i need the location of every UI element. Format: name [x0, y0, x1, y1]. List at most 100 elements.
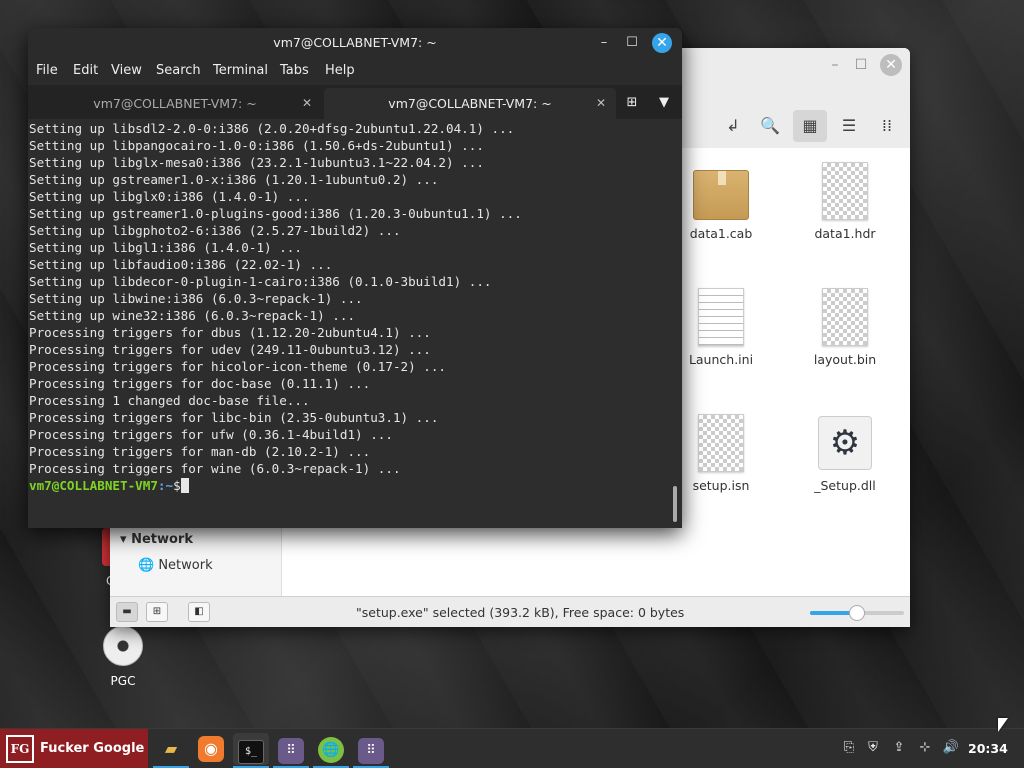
tab-2[interactable]: vm7@COLLABNET-VM7: ~ ✕ — [324, 88, 616, 119]
network-icon[interactable]: ⊹ — [916, 739, 934, 757]
globe-icon: 🌐 — [318, 737, 344, 763]
sidebar-section-network[interactable]: ▾ Network — [120, 532, 193, 547]
menu-help[interactable]: Help — [325, 63, 355, 78]
file-item[interactable]: setup.isn — [666, 414, 776, 493]
terminal-line: Setting up libwine:i386 (6.0.3~repack-1)… — [29, 291, 363, 306]
desktop-icon-pgc[interactable]: PGC — [78, 626, 168, 688]
terminal-line: Setting up libfaudio0:i386 (22.02-1) ... — [29, 257, 333, 272]
list-icon: ☰ — [841, 116, 857, 135]
icon-view-button[interactable]: ▦ — [793, 110, 827, 142]
close-button[interactable]: ✕ — [880, 54, 902, 76]
places-toggle-button[interactable]: ▬ — [116, 602, 138, 622]
compact-view-button[interactable]: ⁞⁞ — [870, 110, 904, 142]
terminal-line: Processing triggers for udev (249.11-0ub… — [29, 342, 431, 357]
generic-file-icon — [822, 162, 868, 220]
sidebar-icon: ◧ — [194, 606, 204, 617]
sidebar-item-network[interactable]: 🌐 Network — [138, 558, 213, 573]
terminal-line: Processing triggers for ufw (0.36.1-4bui… — [29, 427, 393, 442]
tab-bar: vm7@COLLABNET-VM7: ~ ✕ vm7@COLLABNET-VM7… — [28, 85, 682, 119]
close-tab-icon[interactable]: ✕ — [596, 88, 606, 119]
arrow-return-icon: ↲ — [726, 116, 740, 135]
sidebar-toggle-button[interactable]: ◧ — [188, 602, 210, 622]
folder-icon: ▰ — [164, 739, 178, 758]
file-item[interactable]: layout.bin — [790, 288, 900, 367]
menu-terminal[interactable]: Terminal — [213, 63, 268, 78]
file-name: data1.cab — [689, 226, 753, 241]
file-name: layout.bin — [813, 352, 877, 367]
terminal-line: Setting up libgphoto2-6:i386 (2.5.27-1bu… — [29, 223, 401, 238]
terminal-line: Processing triggers for dbus (1.12.20-2u… — [29, 325, 431, 340]
file-item[interactable]: data1.hdr — [790, 162, 900, 241]
menu-file[interactable]: File — [36, 63, 58, 78]
file-item[interactable]: Launch.ini — [666, 288, 776, 367]
taskbar-app-firefox[interactable]: ◉ — [193, 733, 229, 765]
globe-icon: 🌐 — [138, 558, 155, 573]
file-name: data1.hdr — [814, 226, 876, 241]
close-tab-icon[interactable]: ✕ — [302, 88, 312, 119]
tree-toggle-button[interactable]: ⊞ — [146, 602, 168, 622]
taskbar: FG Fucker Google ▰ ◉ $_ ⠿ 🌐 ⠿ ⎘ ⛨ ⇪ ⊹ 🔊 … — [0, 728, 1024, 768]
firefox-icon: ◉ — [198, 736, 224, 762]
terminal-line: Setting up libpangocairo-1.0-0:i386 (1.5… — [29, 138, 484, 153]
taskbar-app-file-manager[interactable]: ▰ — [153, 733, 189, 768]
desktop-icon-label: PGC — [110, 674, 136, 688]
taskbar-app-terminal[interactable]: $_ — [233, 733, 269, 768]
update-icon[interactable]: ⇪ — [890, 739, 908, 757]
app-grid-icon: ⠿ — [278, 738, 304, 764]
clipboard-icon[interactable]: ⎘ — [840, 739, 858, 757]
terminal-line: Setting up libgl1:i386 (1.4.0-1) ... — [29, 240, 302, 255]
terminal-line: Setting up gstreamer1.0-x:i386 (1.20.1-1… — [29, 172, 439, 187]
terminal-line: Setting up libglx-mesa0:i386 (23.2.1-1ub… — [29, 155, 484, 170]
menu-search[interactable]: Search — [156, 63, 201, 78]
prompt-symbol: $ — [173, 478, 181, 493]
start-menu-button[interactable]: FG Fucker Google — [0, 729, 148, 768]
open-terminal-here-button[interactable]: ↲ — [716, 110, 750, 142]
zoom-slider[interactable] — [810, 605, 904, 621]
tab-label: vm7@COLLABNET-VM7: ~ — [93, 96, 257, 111]
file-item[interactable]: data1.cab — [666, 162, 776, 241]
app-grid-icon: ⠿ — [358, 738, 384, 764]
mouse-cursor-icon — [998, 718, 1008, 732]
taskbar-app-grid-2[interactable]: ⠿ — [353, 733, 389, 768]
text-cursor — [180, 478, 189, 493]
maximize-button[interactable]: ☐ — [622, 33, 642, 53]
volume-icon[interactable]: 🔊 — [942, 739, 960, 757]
chevron-down-icon: ▾ — [120, 532, 127, 547]
terminal-line: Setting up gstreamer1.0-plugins-good:i38… — [29, 206, 522, 221]
new-tab-button[interactable]: ⊞ — [620, 93, 644, 113]
maximize-button[interactable]: ☐ — [850, 54, 872, 76]
clock[interactable]: 20:34 — [968, 741, 1008, 756]
close-button[interactable]: ✕ — [652, 33, 672, 53]
tab-menu-button[interactable]: ▼ — [652, 93, 676, 113]
terminal-line: Processing 1 changed doc-base file... — [29, 393, 310, 408]
tab-1[interactable]: vm7@COLLABNET-VM7: ~ ✕ — [28, 88, 322, 119]
menu-tabs[interactable]: Tabs — [280, 63, 309, 78]
terminal-output[interactable]: Setting up libsdl2-2.0-0:i386 (2.0.20+df… — [28, 119, 670, 528]
terminal-window: vm7@COLLABNET-VM7: ~ – ☐ ✕ File Edit Vie… — [28, 28, 682, 528]
disc-icon — [103, 626, 143, 666]
generic-file-icon — [822, 288, 868, 346]
terminal-line: Processing triggers for hicolor-icon-the… — [29, 359, 447, 374]
taskbar-app-grid-1[interactable]: ⠿ — [273, 733, 309, 768]
minimize-button[interactable]: – — [824, 54, 846, 76]
search-button[interactable]: 🔍 — [753, 110, 787, 142]
list-view-button[interactable]: ☰ — [832, 110, 866, 142]
terminal-line: Processing triggers for libc-bin (2.35-0… — [29, 410, 439, 425]
terminal-prompt[interactable]: vm7@COLLABNET-VM7:~$ — [29, 477, 670, 494]
file-item[interactable]: ⚙ _Setup.dll — [790, 414, 900, 493]
fg-logo-icon: FG — [6, 735, 34, 763]
compact-grid-icon: ⁞⁞ — [881, 116, 893, 135]
terminal-titlebar: vm7@COLLABNET-VM7: ~ – ☐ ✕ — [28, 28, 682, 58]
minimize-button[interactable]: – — [594, 33, 614, 53]
status-text: "setup.exe" selected (393.2 kB), Free sp… — [356, 605, 685, 620]
terminal-line: Processing triggers for man-db (2.10.2-1… — [29, 444, 371, 459]
scrollbar[interactable] — [673, 486, 677, 522]
tab-label: vm7@COLLABNET-VM7: ~ — [388, 96, 552, 111]
menu-edit[interactable]: Edit — [73, 63, 98, 78]
chevron-down-icon: ▼ — [659, 95, 669, 110]
menu-view[interactable]: View — [111, 63, 142, 78]
zoom-slider-handle[interactable] — [849, 605, 865, 621]
tree-icon: ⊞ — [152, 606, 162, 617]
shield-icon[interactable]: ⛨ — [864, 739, 882, 757]
taskbar-app-browser[interactable]: 🌐 — [313, 733, 349, 768]
